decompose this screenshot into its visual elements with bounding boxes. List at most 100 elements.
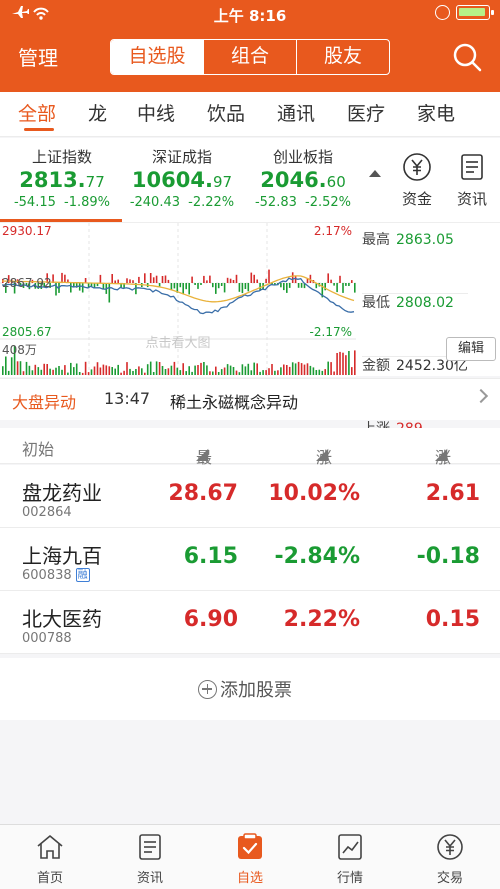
segment-portfolio[interactable]: 组合	[204, 40, 297, 74]
segment-watchlist[interactable]: 自选股	[111, 40, 204, 74]
index-shenzhen[interactable]: 深证成指 10604.97 -240.43 -2.22%	[124, 146, 240, 210]
index-change: -52.83	[254, 195, 297, 210]
table-row[interactable]: 上海九百 600838 融 6.15 -2.84% -0.18	[0, 528, 500, 591]
chart-volume-bar	[37, 367, 40, 375]
chart-volume-bar	[93, 366, 96, 375]
chart-breadth-bar	[108, 283, 111, 303]
edit-button[interactable]: 编辑	[446, 337, 496, 361]
chart-volume-bar	[70, 362, 72, 375]
index-shanghai[interactable]: 上证指数 2813.77 -54.15 -1.89%	[4, 146, 120, 210]
tab-midterm[interactable]: 中线	[137, 99, 175, 126]
tab-home[interactable]: 首页	[0, 825, 100, 889]
tab-news[interactable]: 资讯	[100, 825, 200, 889]
capital-flow-label: 资金	[401, 190, 432, 208]
column-initial[interactable]: 初始	[22, 436, 54, 460]
chart-volume-bar	[288, 366, 291, 375]
tab-market[interactable]: 行情	[300, 825, 400, 889]
chart-volume-bar	[191, 371, 193, 375]
chart-breadth-bar	[348, 283, 350, 286]
chart-volume-bar	[215, 366, 217, 375]
chart-bottom-pct: -2.17%	[310, 325, 352, 339]
stat-high: 最高 2863.05	[362, 231, 468, 294]
chart-volume-bar	[232, 367, 235, 375]
chart-volume-bar	[327, 361, 329, 375]
chart-volume-bar	[354, 350, 356, 375]
chart-breadth-bar	[138, 276, 140, 283]
chart-breadth-bar	[354, 283, 356, 293]
table-row[interactable]: 北大医药 000788 6.90 2.22% 0.15	[0, 591, 500, 654]
index-name: 创业板指	[272, 148, 333, 166]
add-stock-button[interactable]: 添加股票	[198, 676, 292, 702]
chart-volume-bar	[2, 366, 4, 375]
yen-icon	[403, 153, 431, 181]
chart-volume-bar	[40, 369, 43, 375]
chart-breadth-bar	[206, 280, 208, 283]
tab-all[interactable]: 全部	[18, 99, 56, 126]
tab-medical[interactable]: 医疗	[347, 99, 385, 126]
intraday-chart[interactable]: 2930.17 2.17% 2867.92 2805.67 -2.17% 408…	[0, 223, 356, 377]
chart-volume-bar	[250, 370, 253, 375]
chart-volume-bar	[324, 369, 326, 375]
chart-volume-label: 408万	[2, 343, 37, 357]
chart-breadth-bar	[61, 272, 63, 283]
chart-volume-bar	[197, 365, 199, 375]
chart-volume-bar	[297, 361, 300, 375]
market-overview: 2930.17 2.17% 2867.92 2805.67 -2.17% 408…	[0, 222, 500, 609]
chart-breadth-bar	[99, 274, 102, 283]
index-value-decimal: 77	[85, 173, 105, 191]
chart-volume-bar	[5, 356, 7, 375]
chart-breadth-bar	[283, 283, 285, 291]
chart-volume-bar	[212, 371, 214, 375]
chart-volume-bar	[194, 365, 196, 375]
chart-top-price: 2930.17	[2, 224, 52, 238]
chart-volume-bar	[342, 352, 344, 375]
chart-volume-bar	[144, 372, 146, 375]
bottom-tab-bar: 首页 资讯 自选 行情 交易	[0, 824, 500, 889]
chart-breadth-bar	[132, 280, 134, 283]
manage-button[interactable]: 管理	[18, 42, 58, 71]
chart-volume-bar	[217, 372, 220, 375]
tab-trade[interactable]: 交易	[400, 825, 500, 889]
chart-volume-bar	[274, 370, 276, 375]
capital-flow-button[interactable]: 资金	[395, 152, 439, 209]
tab-telecom[interactable]: 通讯	[277, 99, 315, 126]
chart-volume-bar	[141, 368, 143, 375]
chart-breadth-bar	[185, 283, 187, 290]
table-row[interactable]: 盘龙药业 002864 28.67 10.02% 2.61	[0, 465, 500, 528]
chart-breadth-bar	[194, 283, 196, 285]
chart-volume-bar	[247, 363, 250, 375]
chart-breadth-bar	[300, 283, 303, 288]
stock-name: 北大医药	[22, 607, 102, 631]
chart-volume-bar	[123, 370, 125, 375]
chart-volume-bar	[167, 368, 170, 375]
tab-dragon[interactable]: 龙	[88, 99, 107, 126]
tab-appliances[interactable]: 家电	[417, 99, 455, 126]
info-button[interactable]: 资讯	[450, 152, 494, 209]
index-value-decimal: 60	[326, 173, 346, 191]
chart-mid-price: 2867.92	[2, 276, 52, 290]
chart-volume-bar	[339, 351, 341, 375]
search-icon[interactable]	[452, 42, 482, 72]
tab-beverages[interactable]: 饮品	[207, 99, 245, 126]
chart-volume-bar	[164, 369, 167, 375]
chart-volume-bar	[176, 367, 179, 375]
chart-volume-bar	[138, 366, 140, 375]
chart-volume-bar	[256, 363, 258, 375]
stock-pct: 2.22%	[283, 607, 360, 632]
stock-pct: -2.84%	[274, 544, 360, 569]
stock-price: 28.67	[168, 481, 238, 506]
chart-volume-bar	[158, 362, 161, 375]
watchlist-icon	[238, 833, 262, 859]
segment-friends[interactable]: 股友	[297, 40, 389, 74]
rotation-lock-icon	[435, 5, 450, 20]
chart-breadth-bar	[265, 278, 267, 283]
index-summary: 上证指数 2813.77 -54.15 -1.89% 深证成指 10604.97…	[0, 138, 500, 222]
tab-watchlist[interactable]: 自选	[200, 825, 300, 889]
chart-volume-bar	[90, 369, 93, 375]
chart-volume-bar	[223, 367, 226, 375]
collapse-caret-icon[interactable]	[369, 170, 381, 177]
chart-breadth-bar	[215, 283, 217, 294]
index-chinext[interactable]: 创业板指 2046.60 -52.83 -2.52%	[245, 146, 361, 210]
chart-volume-bar	[333, 371, 335, 375]
market-alert-bar[interactable]: 大盘异动 13:47 稀土永磁概念异动	[0, 378, 500, 420]
